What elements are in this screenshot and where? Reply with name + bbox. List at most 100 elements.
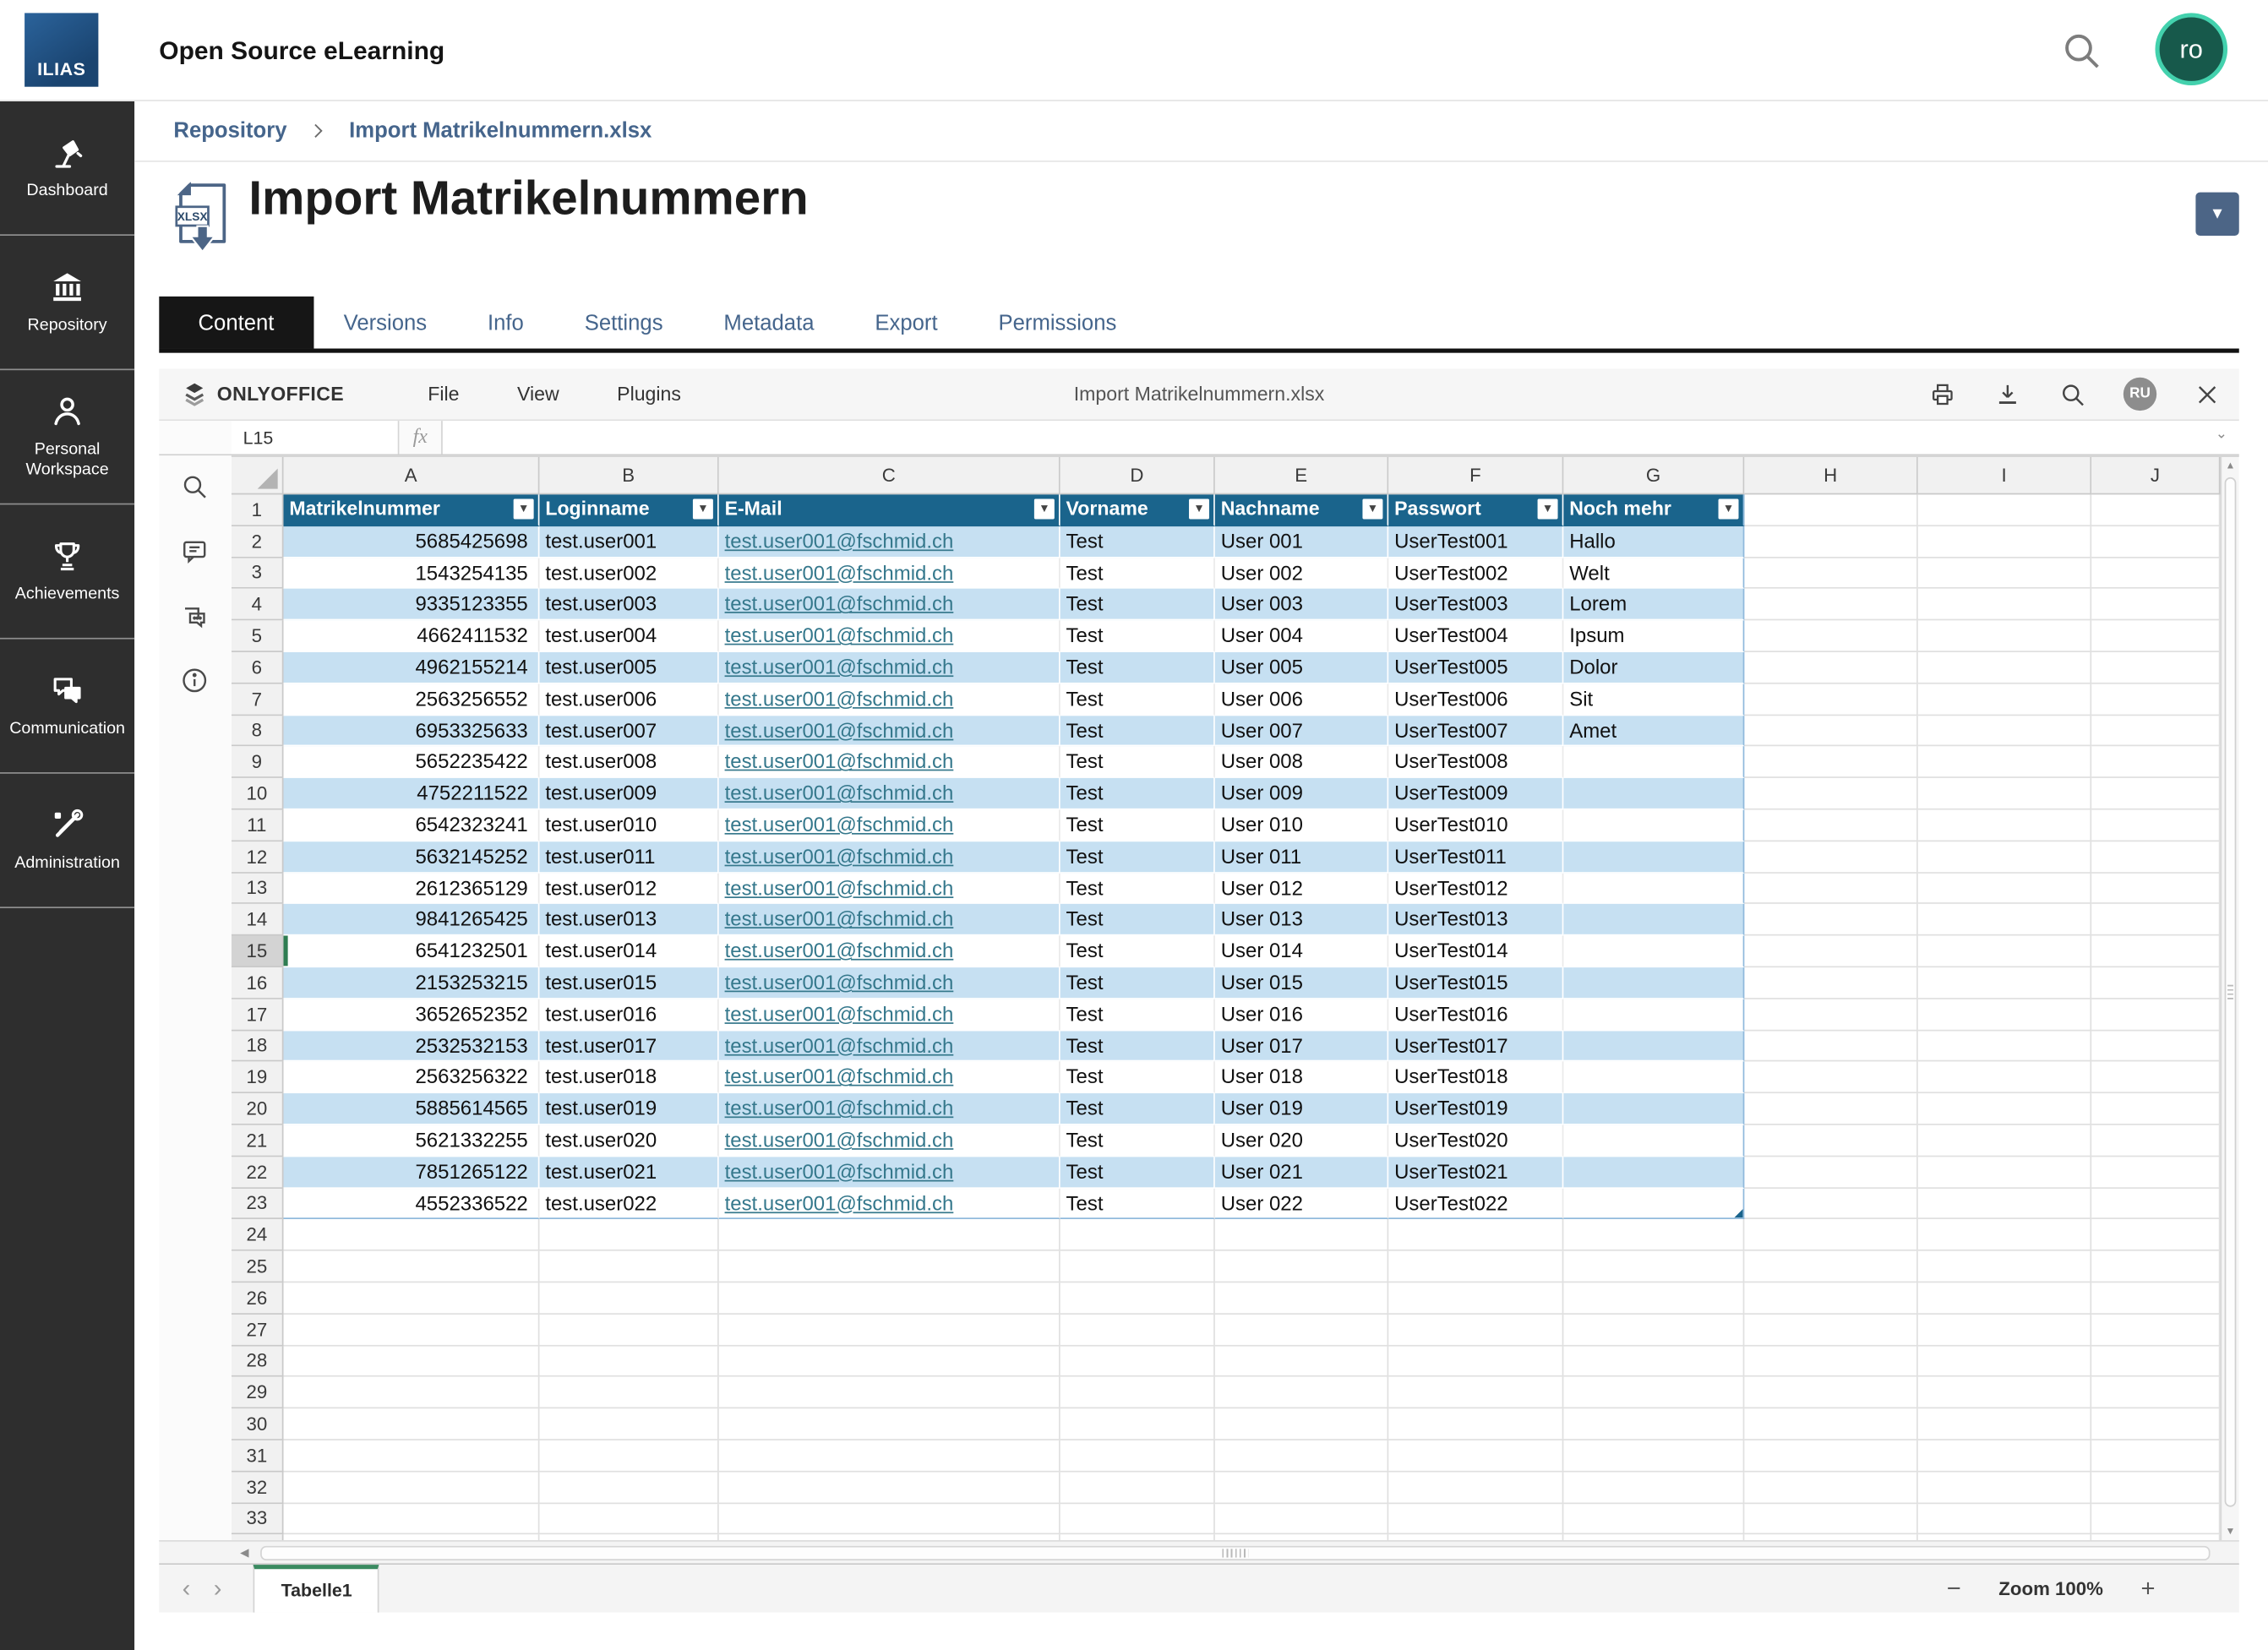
- cell[interactable]: [1563, 1472, 1744, 1503]
- horizontal-scroll-thumb[interactable]: [260, 1545, 2210, 1560]
- cell[interactable]: Test: [1060, 1031, 1215, 1062]
- cell[interactable]: [2091, 873, 2220, 904]
- row-header[interactable]: 30: [232, 1408, 284, 1440]
- cell[interactable]: [1744, 1251, 1917, 1282]
- cell[interactable]: [283, 1408, 539, 1440]
- cell[interactable]: 5652235422: [283, 747, 539, 778]
- cell[interactable]: test.user001@fschmid.ch: [719, 1031, 1060, 1062]
- tab-permissions[interactable]: Permissions: [968, 297, 1148, 349]
- cell[interactable]: [1563, 873, 1744, 904]
- cell[interactable]: [1744, 526, 1917, 558]
- cell[interactable]: [2091, 1093, 2220, 1125]
- email-link[interactable]: test.user001@fschmid.ch: [725, 560, 954, 583]
- editor-user-badge[interactable]: RU: [2124, 378, 2156, 411]
- cell[interactable]: UserTest012: [1388, 873, 1563, 904]
- cell[interactable]: test.user001@fschmid.ch: [719, 1157, 1060, 1188]
- cell[interactable]: [1744, 683, 1917, 715]
- formula-expand-chevron-icon[interactable]: ⌄: [2216, 427, 2227, 443]
- cell[interactable]: [1744, 1346, 1917, 1377]
- cell[interactable]: Test: [1060, 526, 1215, 558]
- email-link[interactable]: test.user001@fschmid.ch: [725, 907, 954, 930]
- cell[interactable]: [1744, 778, 1917, 809]
- cell[interactable]: [1744, 810, 1917, 841]
- cell[interactable]: [539, 1440, 718, 1472]
- row-header[interactable]: 25: [232, 1251, 284, 1282]
- cell[interactable]: [2091, 1157, 2220, 1188]
- cell[interactable]: [719, 1251, 1060, 1282]
- cell[interactable]: [1563, 1062, 1744, 1093]
- cell[interactable]: Test: [1060, 589, 1215, 620]
- cell[interactable]: [1918, 1125, 2091, 1157]
- cell[interactable]: [1918, 1188, 2091, 1219]
- cell-name-box[interactable]: L15: [232, 421, 400, 454]
- cell[interactable]: User 005: [1215, 652, 1388, 683]
- row-header[interactable]: 21: [232, 1125, 284, 1157]
- cell[interactable]: [1388, 1377, 1563, 1408]
- cell[interactable]: [1744, 1188, 1917, 1219]
- row-header[interactable]: 9: [232, 747, 284, 778]
- cell[interactable]: [2091, 1503, 2220, 1534]
- cell[interactable]: 6953325633: [283, 716, 539, 747]
- cell[interactable]: [1388, 1314, 1563, 1345]
- zoom-in-button[interactable]: +: [2140, 1576, 2155, 1601]
- cell[interactable]: [719, 1314, 1060, 1345]
- menu-file[interactable]: File: [428, 384, 459, 406]
- cell[interactable]: test.user001@fschmid.ch: [719, 683, 1060, 715]
- cell[interactable]: test.user001@fschmid.ch: [719, 778, 1060, 809]
- cell[interactable]: [2091, 1472, 2220, 1503]
- cell[interactable]: [1918, 1346, 2091, 1377]
- tab-metadata[interactable]: Metadata: [693, 297, 844, 349]
- cell[interactable]: User 007: [1215, 716, 1388, 747]
- cell[interactable]: [1060, 1472, 1215, 1503]
- row-header[interactable]: 27: [232, 1314, 284, 1345]
- horizontal-scrollbar[interactable]: ◀: [159, 1540, 2238, 1565]
- cell[interactable]: test.user015: [539, 967, 718, 999]
- cell[interactable]: test.user001@fschmid.ch: [719, 1062, 1060, 1093]
- cell[interactable]: test.user001@fschmid.ch: [719, 967, 1060, 999]
- column-header[interactable]: H: [1744, 457, 1917, 495]
- cell[interactable]: [2091, 558, 2220, 589]
- cell[interactable]: [719, 1377, 1060, 1408]
- cell[interactable]: Vorname▼: [1060, 494, 1215, 525]
- column-header[interactable]: C: [719, 457, 1060, 495]
- cell[interactable]: test.user001@fschmid.ch: [719, 904, 1060, 935]
- print-icon[interactable]: [1928, 379, 1957, 408]
- cell[interactable]: UserTest001: [1388, 526, 1563, 558]
- cell[interactable]: test.user001@fschmid.ch: [719, 589, 1060, 620]
- cell[interactable]: [1744, 652, 1917, 683]
- cell[interactable]: [1744, 494, 1917, 525]
- cell[interactable]: [283, 1314, 539, 1345]
- cell[interactable]: User 012: [1215, 873, 1388, 904]
- cell[interactable]: User 016: [1215, 999, 1388, 1030]
- cell[interactable]: [539, 1503, 718, 1534]
- cell[interactable]: [2091, 1031, 2220, 1062]
- cell[interactable]: UserTest015: [1388, 967, 1563, 999]
- cell[interactable]: UserTest007: [1388, 716, 1563, 747]
- cell[interactable]: [1563, 747, 1744, 778]
- cell[interactable]: [719, 1472, 1060, 1503]
- column-header[interactable]: A: [283, 457, 539, 495]
- cell[interactable]: [1215, 1220, 1388, 1251]
- cell[interactable]: [1744, 716, 1917, 747]
- select-all-corner[interactable]: [232, 457, 284, 495]
- row-header[interactable]: 32: [232, 1472, 284, 1503]
- cell[interactable]: [1744, 1093, 1917, 1125]
- cell[interactable]: User 017: [1215, 1031, 1388, 1062]
- cell[interactable]: test.user001@fschmid.ch: [719, 936, 1060, 967]
- cell[interactable]: [539, 1314, 718, 1345]
- sidebar-item-repository[interactable]: Repository: [0, 236, 134, 370]
- cell[interactable]: test.user001@fschmid.ch: [719, 652, 1060, 683]
- cell[interactable]: [539, 1282, 718, 1314]
- cell[interactable]: [1744, 999, 1917, 1030]
- cell[interactable]: [2091, 967, 2220, 999]
- cell[interactable]: Passwort▼: [1388, 494, 1563, 525]
- cell[interactable]: [1563, 778, 1744, 809]
- menu-view[interactable]: View: [517, 384, 559, 406]
- sidebar-item-personal-workspace[interactable]: Personal Workspace: [0, 370, 134, 504]
- cell[interactable]: [1563, 810, 1744, 841]
- cell[interactable]: 4962155214: [283, 652, 539, 683]
- cell[interactable]: [2091, 1251, 2220, 1282]
- email-link[interactable]: test.user001@fschmid.ch: [725, 1065, 954, 1087]
- cell[interactable]: Welt: [1563, 558, 1744, 589]
- cell[interactable]: Test: [1060, 621, 1215, 652]
